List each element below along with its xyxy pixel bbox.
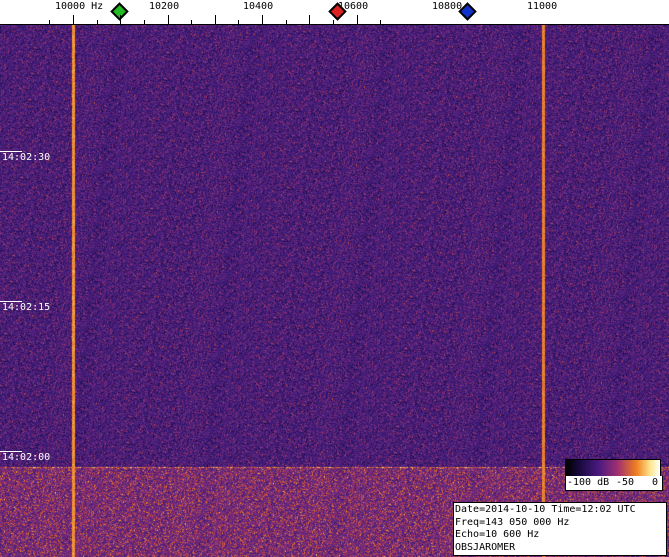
ruler-tick: [380, 20, 381, 24]
info-date-time: Date=2014-10-10 Time=12:02 UTC: [455, 504, 636, 515]
ruler-tick: [333, 20, 334, 24]
ruler-tick: [191, 20, 192, 24]
freq-label-10400: 10400: [243, 1, 274, 12]
ruler-tick: [49, 20, 50, 24]
ruler-tick: [144, 20, 145, 24]
time-label-143230: 14:02:30: [2, 152, 51, 163]
info-panel: Date=2014-10-10 Time=12:02 UTC Freq=143 …: [453, 502, 667, 556]
colorbar-mid-label: -50: [616, 477, 635, 488]
colorbar-scale: -100 dB -50 0: [565, 476, 663, 491]
colorbar-max-label: 0: [652, 477, 659, 488]
ruler-tick: [73, 15, 74, 24]
ruler-tick: [357, 15, 358, 24]
ruler-tick: [238, 20, 239, 24]
ruler-tick: [286, 20, 287, 24]
ruler-tick: [120, 15, 121, 24]
colorbar-min-label: -100 dB: [567, 477, 610, 488]
ruler-tick: [97, 20, 98, 24]
freq-label-11000: 11000: [527, 1, 558, 12]
info-echo: Echo=10 600 Hz: [455, 529, 540, 540]
ruler-tick: [309, 15, 310, 24]
ruler-tick: [215, 15, 216, 24]
ruler-tick: [262, 15, 263, 24]
info-observer: OBSJAROMER: [455, 541, 516, 553]
time-label-140200: 14:02:00: [2, 452, 51, 463]
colorbar: [565, 459, 661, 477]
ruler-tick: [168, 15, 169, 24]
time-label-140215: 14:02:15: [2, 302, 51, 313]
freq-label-10200: 10200: [149, 1, 180, 12]
frequency-ruler: 10000 Hz 10200 10400 10600 10800 11000: [0, 0, 669, 25]
info-frequency: Freq=143 050 000 Hz: [455, 516, 570, 528]
freq-label-10000: 10000 Hz: [55, 1, 104, 12]
